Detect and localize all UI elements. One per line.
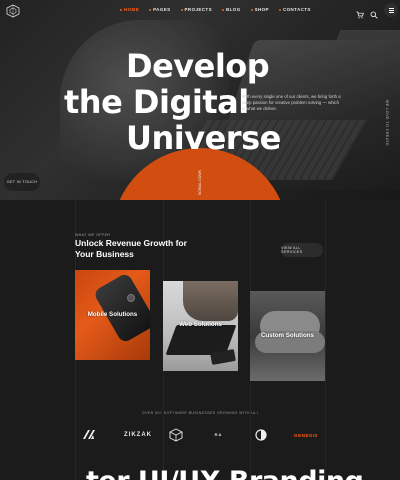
nav-item-contacts[interactable]: CONTACTS	[278, 7, 311, 12]
services-title: Unlock Revenue Growth for Your Business	[75, 238, 187, 259]
nav-item-label: BLOG	[226, 7, 241, 12]
search-icon[interactable]	[370, 6, 378, 19]
nav-item-shop[interactable]: SHOP	[250, 7, 269, 12]
brand-logo-ra[interactable]: R A	[211, 428, 225, 442]
hero-description: With every single one of our clients, we…	[242, 94, 341, 111]
brand-logo-genesis[interactable]: GENESIS	[289, 428, 323, 442]
service-card-custom[interactable]: Custom Solutions	[250, 291, 325, 381]
services-eyebrow: WHAT WE OFFER	[75, 233, 111, 237]
clients-caption: OVER 50+ SOFTWARE BUSINESSES GROWING WIT…	[141, 411, 259, 415]
hero-title-line-2: the Digital	[64, 83, 249, 121]
menu-icon[interactable]	[384, 3, 398, 17]
nav-item-label: HOME	[124, 7, 140, 12]
nav-item-blog[interactable]: BLOG	[222, 7, 241, 12]
service-card-mobile[interactable]: Mobile Solutions	[75, 270, 150, 360]
nav-item-pages[interactable]: PAGES	[149, 7, 170, 12]
brand-logo-slash-icon[interactable]	[83, 428, 97, 442]
service-card-label: Mobile Solutions	[87, 311, 138, 318]
brand-logo-cube-icon[interactable]	[169, 428, 183, 442]
vertical-side-text: WE LOVE TO CREATE	[385, 100, 389, 147]
brand-logo-circle-icon[interactable]	[254, 428, 268, 442]
hero-title-line-1: Develop	[126, 47, 270, 85]
header-actions	[356, 3, 398, 19]
scroll-down-link[interactable]: SCROLL DOWN	[198, 170, 202, 195]
client-logos: ZIKZAK R A GENESIS	[83, 428, 323, 444]
nav-item-projects[interactable]: PROJECTS	[180, 7, 212, 12]
view-all-services-button[interactable]: VIEW ALL SERVICES	[281, 243, 323, 257]
nav-item-label: CONTACTS	[282, 7, 311, 12]
nav-item-label: PROJECTS	[184, 7, 212, 12]
nav-item-label: PAGES	[153, 7, 171, 12]
service-card-label: Web Solutions	[179, 321, 222, 328]
nav-item-label: SHOP	[254, 7, 269, 12]
hero-title-line-3: Universe	[126, 119, 281, 157]
service-card-web[interactable]: Web Solutions	[163, 281, 238, 371]
logo-icon[interactable]	[6, 4, 20, 18]
brand-logo-zikzak[interactable]: ZIKZAK	[121, 428, 155, 442]
marquee-text: ter UI/UX Branding	[86, 466, 364, 480]
service-card-label: Custom Solutions	[261, 332, 314, 339]
cart-icon[interactable]	[356, 6, 364, 19]
get-in-touch-button[interactable]: GET IN TOUCH	[4, 173, 40, 191]
nav-item-home[interactable]: HOME	[120, 7, 139, 12]
main-nav: HOME PAGES PROJECTS BLOG SHOP CONTACTS	[120, 7, 311, 12]
